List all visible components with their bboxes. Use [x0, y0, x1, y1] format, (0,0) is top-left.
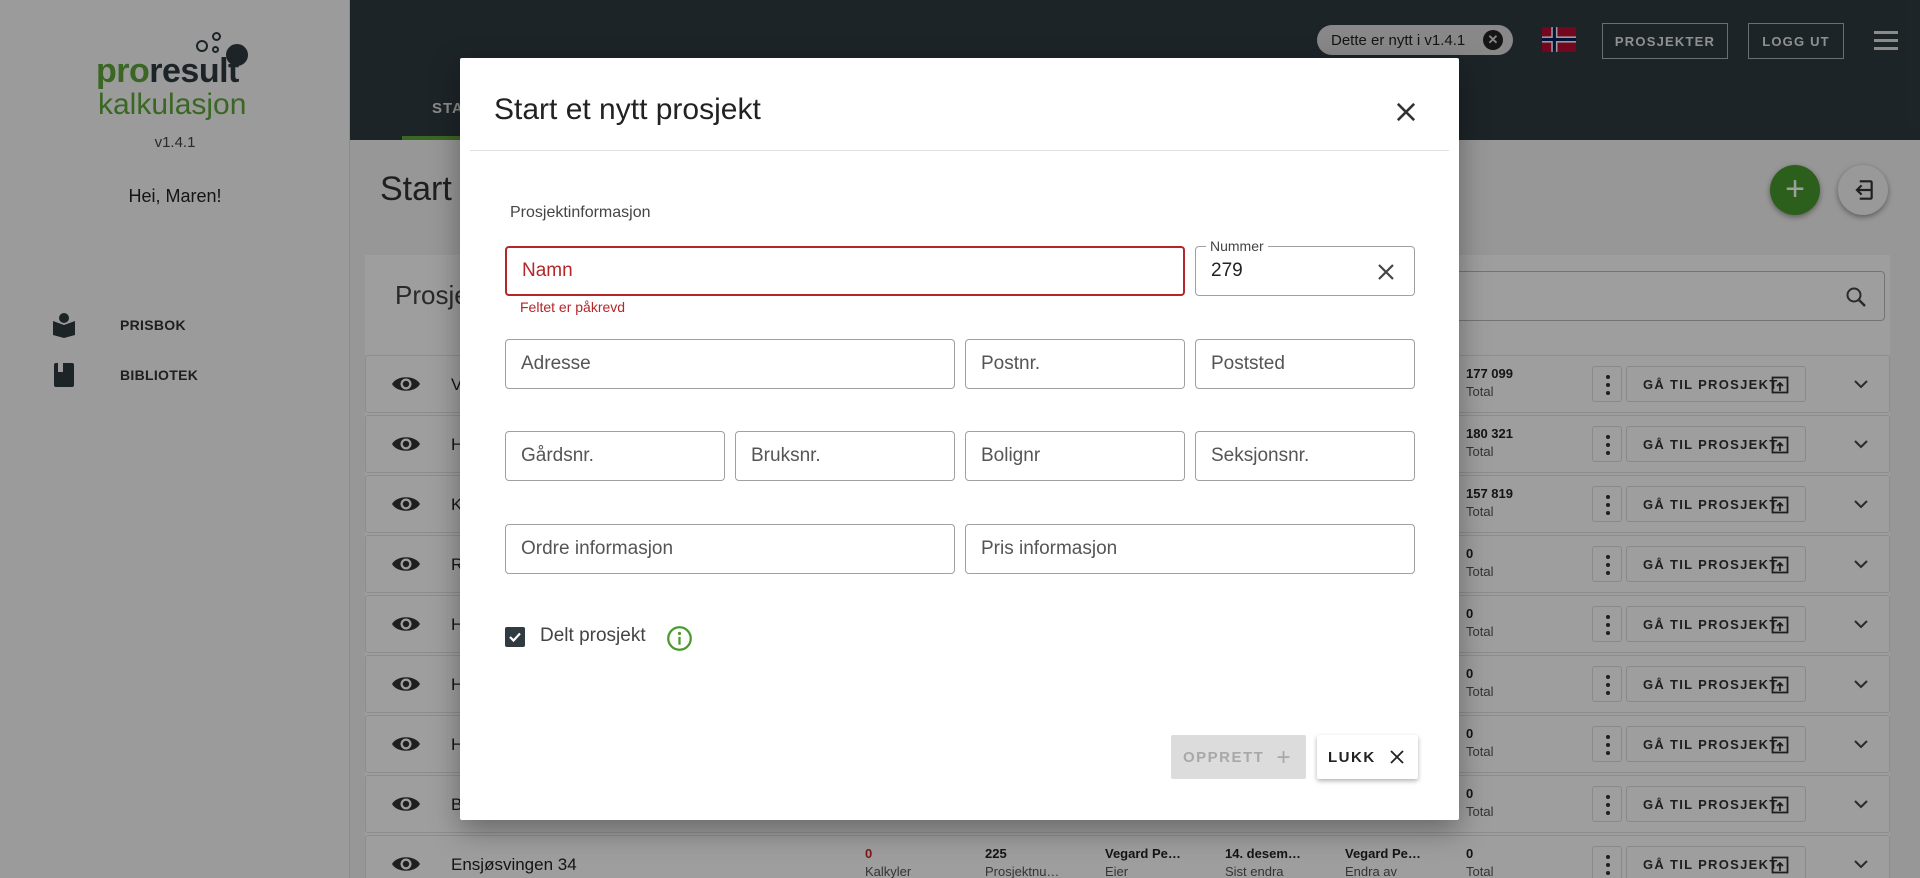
close-icon[interactable] [1392, 98, 1420, 126]
seksjonsnr-field[interactable] [1195, 431, 1415, 481]
bolignr-input[interactable] [966, 432, 1184, 480]
order-info-field[interactable] [505, 524, 955, 574]
address-input[interactable] [506, 340, 954, 388]
dialog-title: Start et nytt prosjekt [494, 93, 761, 126]
name-error-text: Feltet er påkrevd [520, 299, 626, 315]
bolignr-field[interactable] [965, 431, 1185, 481]
number-label: Nummer [1206, 238, 1268, 254]
number-field[interactable]: Nummer [1195, 238, 1415, 296]
address-field[interactable] [505, 339, 955, 389]
gardsnr-field[interactable] [505, 431, 725, 481]
gardsnr-input[interactable] [506, 432, 724, 480]
info-icon[interactable] [666, 625, 693, 652]
shared-project-label: Delt prosjekt [540, 625, 646, 646]
dialog-divider [470, 150, 1449, 151]
order-info-input[interactable] [506, 525, 954, 573]
postnr-input[interactable] [966, 340, 1184, 388]
new-project-dialog: Start et nytt prosjekt Prosjektinformasj… [460, 58, 1459, 820]
create-button-label: OPPRETT [1183, 748, 1265, 766]
price-info-field[interactable] [965, 524, 1415, 574]
plus-icon: + [1276, 744, 1292, 771]
checkmark-icon [509, 632, 521, 643]
bruksnr-field[interactable] [735, 431, 955, 481]
close-button-label: LUKK [1328, 748, 1376, 766]
create-button[interactable]: OPPRETT + [1171, 735, 1306, 779]
clear-icon[interactable] [1376, 262, 1396, 282]
name-input[interactable] [507, 248, 1183, 294]
close-button[interactable]: LUKK [1317, 735, 1418, 779]
postnr-field[interactable] [965, 339, 1185, 389]
poststed-input[interactable] [1196, 340, 1414, 388]
seksjonsnr-input[interactable] [1196, 432, 1414, 480]
close-small-icon [1390, 750, 1404, 764]
section-label: Prosjektinformasjon [510, 204, 651, 221]
bruksnr-input[interactable] [736, 432, 954, 480]
poststed-field[interactable] [1195, 339, 1415, 389]
shared-project-checkbox[interactable] [505, 627, 525, 647]
price-info-input[interactable] [966, 525, 1414, 573]
name-field[interactable] [505, 246, 1185, 296]
